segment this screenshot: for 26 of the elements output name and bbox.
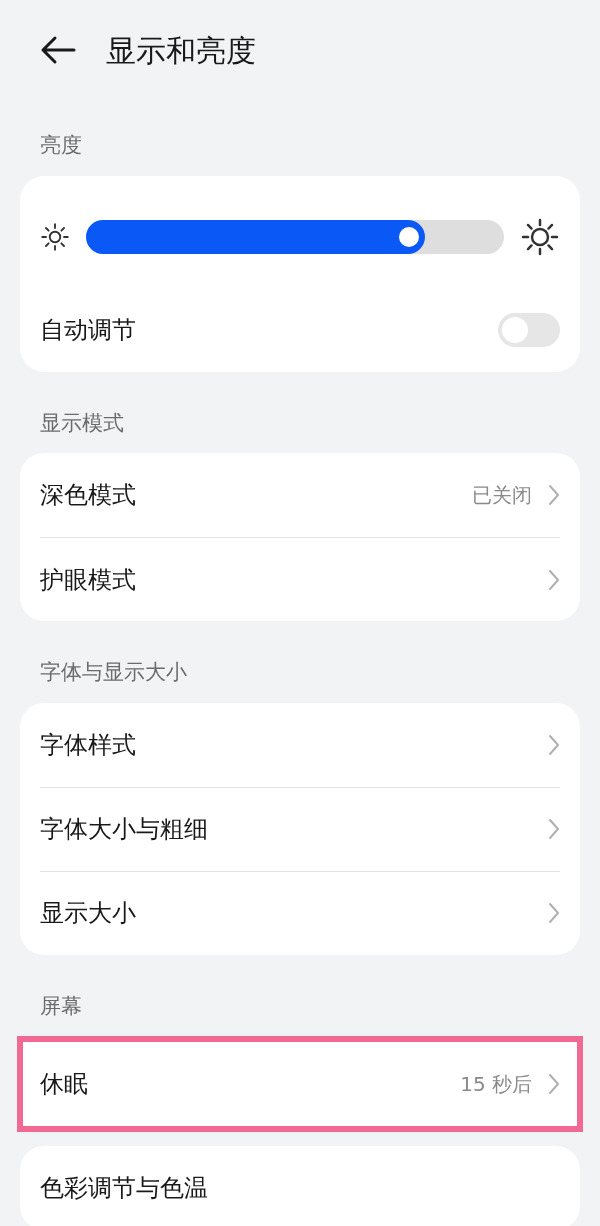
setting-label[interactable]: 休眠 (40, 1066, 445, 1102)
setting-label[interactable]: 字体样式 (40, 726, 532, 763)
slider-track[interactable] (86, 219, 504, 254)
section-label: 屏幕 (39, 992, 83, 1020)
setting-label: 自动调节 (40, 314, 137, 346)
setting-label[interactable]: 深色模式 (40, 477, 456, 513)
setting-value: 已关闭 (472, 482, 532, 509)
setting-label: 色彩调节与色温 (40, 1173, 209, 1204)
setting-label[interactable]: 护眼模式 (40, 561, 532, 598)
setting-value: 15 秒后 (460, 1071, 532, 1098)
chevron-icon (548, 902, 560, 924)
section-label: 字体与显示大小 (39, 659, 188, 686)
section-label: 显示模式 (39, 409, 125, 437)
section-label: 亮度 (39, 132, 83, 159)
toggle-switch[interactable] (498, 312, 560, 347)
chevron-icon (548, 484, 560, 506)
brightness-low-icon (40, 221, 70, 252)
chevron-icon (548, 733, 560, 756)
chevron-icon (548, 818, 560, 840)
page-title: 显示和亮度 (106, 31, 256, 70)
setting-label[interactable]: 显示大小 (40, 895, 532, 931)
setting-label[interactable]: 字体大小与粗细 (40, 811, 532, 847)
back-icon[interactable] (40, 35, 76, 65)
brightness-high-icon (520, 216, 560, 257)
chevron-icon (548, 568, 560, 591)
chevron-icon (548, 1073, 560, 1095)
